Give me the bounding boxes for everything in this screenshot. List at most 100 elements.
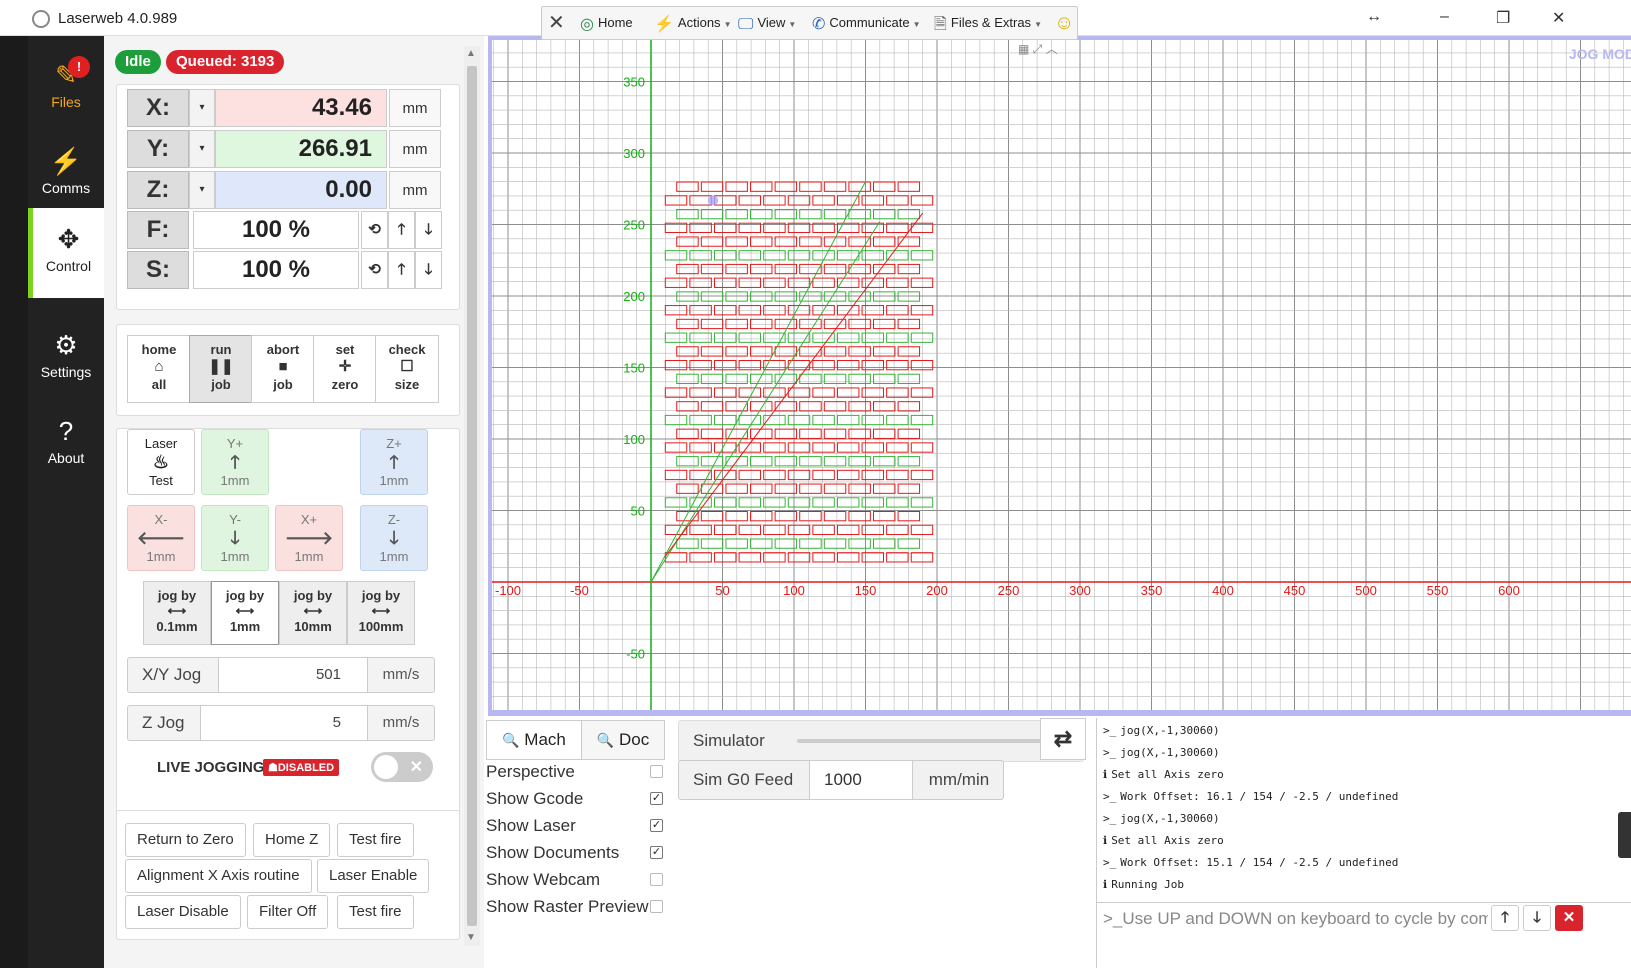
jog-step-value: 100mm xyxy=(358,619,404,634)
dro-z-value: 0.00 xyxy=(215,171,387,209)
nav-about[interactable]: ? About xyxy=(28,400,104,486)
jog-step-0-1mm[interactable]: jog by ⟷ 0.1mm xyxy=(143,581,211,645)
gcode-path xyxy=(836,414,860,426)
view-option-checkbox[interactable]: ✓ xyxy=(650,792,663,805)
laser-test-button[interactable]: Laser ♨ Test xyxy=(127,429,195,495)
jog-z-plus-button[interactable]: Z+ 🡑 1mm xyxy=(360,429,428,495)
minimize-button[interactable]: – xyxy=(1440,8,1449,26)
double-arrow-icon: ⟷ xyxy=(235,603,255,618)
scroll-up-icon[interactable]: ▲ xyxy=(466,48,476,59)
macro-button[interactable]: Filter Off xyxy=(247,895,329,929)
macro-button[interactable]: Home Z xyxy=(253,823,331,857)
z-jog-input[interactable]: 5 xyxy=(200,706,368,740)
gcode-path xyxy=(799,483,822,494)
sim-g0-feed-input[interactable]: 1000 xyxy=(809,761,913,799)
scroll-down-icon[interactable]: ▼ xyxy=(466,932,476,943)
close-icon[interactable]: ✕ xyxy=(548,7,565,39)
gcode-path xyxy=(823,373,847,385)
view-option-checkbox[interactable]: ✓ xyxy=(650,819,663,832)
view-option-checkbox[interactable] xyxy=(650,873,663,886)
nav-settings[interactable]: ⚙ Settings xyxy=(28,314,104,400)
workspace-canvas[interactable]: -100 -50 50 100 150 200 250 300 350 400 450 500 550 6… xyxy=(488,36,1631,716)
abort-job-button[interactable]: abort ■ job xyxy=(251,335,315,403)
swap-icon[interactable]: ⇄ xyxy=(1040,718,1086,760)
view-option-label: Show Raster Preview xyxy=(486,897,649,916)
clear-console-button[interactable]: ✕ xyxy=(1555,905,1583,931)
view-option-checkbox[interactable] xyxy=(650,765,663,778)
toolbar-home[interactable]: ◎ Home xyxy=(580,7,633,39)
control-scrollbar[interactable]: ▲ ▼ xyxy=(464,46,480,946)
check-size-button[interactable]: check ☐ size xyxy=(375,335,439,403)
dropdown-icon[interactable]: ▾ xyxy=(189,89,215,127)
console-line-text: Running Job xyxy=(1111,878,1185,891)
arrow-down-icon[interactable]: 🡓 xyxy=(415,211,442,249)
view-option-checkbox[interactable] xyxy=(650,900,663,913)
view-mini-controls[interactable]: ▦ ⤢ ︿ xyxy=(1018,40,1058,57)
jog-z-minus-button[interactable]: Z- 🡓 1mm xyxy=(360,505,428,571)
y-tick-label: 300 xyxy=(623,146,645,161)
macro-button[interactable]: Test fire xyxy=(337,823,414,857)
dro-s-label: S: xyxy=(127,251,189,289)
close-window-button[interactable]: ✕ xyxy=(1552,8,1565,28)
tab-mach[interactable]: 🔍 Mach xyxy=(486,720,582,760)
gcode-path xyxy=(676,236,699,247)
reset-icon[interactable]: ⟲ xyxy=(361,211,388,249)
jog-x-plus-button[interactable]: X+ 🡒 1mm xyxy=(275,505,343,571)
jog-x-minus-step: 1mm xyxy=(146,549,176,564)
toolbar-communicate[interactable]: ✆ Communicate ▼ xyxy=(812,7,921,39)
xy-jog-input[interactable]: 501 xyxy=(218,658,368,692)
fire-icon: ♨ xyxy=(152,452,170,472)
run-job-button[interactable]: run ❚❚ job xyxy=(189,335,253,403)
gcode-path xyxy=(823,511,847,522)
macro-button[interactable]: Laser Enable xyxy=(317,859,430,893)
macro-button[interactable]: Alignment X Axis routine xyxy=(125,859,312,893)
jog-x-minus-button[interactable]: X- 🡐 1mm xyxy=(127,505,195,571)
arrow-down-icon[interactable]: 🡓 xyxy=(415,251,442,289)
dropdown-icon[interactable]: ▾ xyxy=(189,130,215,168)
tab-doc[interactable]: 🔍 Doc xyxy=(581,720,665,760)
dro-x-unit: mm xyxy=(389,89,441,127)
macro-button[interactable]: Laser Disable xyxy=(125,895,241,929)
gcode-row xyxy=(676,428,921,439)
resize-icon[interactable]: ↔ xyxy=(1366,8,1382,26)
history-up-button[interactable]: 🡑 xyxy=(1491,905,1519,931)
toolbar-files-extras[interactable]: 🗎 Files & Extras ▼ xyxy=(934,7,1042,39)
abort-job-bottom: job xyxy=(273,377,293,392)
pause-icon: ❚❚ xyxy=(208,358,234,375)
jog-step-10mm[interactable]: jog by ⟷ 10mm xyxy=(279,581,347,645)
view-option-checkbox[interactable]: ✓ xyxy=(650,846,663,859)
nav-files[interactable]: ✎ ! Files xyxy=(28,44,104,130)
arrow-up-icon[interactable]: 🡑 xyxy=(388,251,415,289)
set-zero-button[interactable]: set ✛ zero xyxy=(313,335,377,403)
toolbar-actions[interactable]: ⚡ Actions ▼ xyxy=(654,7,731,39)
macro-button[interactable]: Test fire xyxy=(337,895,414,929)
arrow-up-icon[interactable]: 🡑 xyxy=(388,211,415,249)
restore-button[interactable]: ❐ xyxy=(1496,8,1510,28)
nav-comms[interactable]: ⚡ Comms xyxy=(28,130,104,216)
live-jogging-toggle[interactable]: ✕ xyxy=(371,752,433,782)
home-all-button[interactable]: home ⌂ all xyxy=(127,335,191,403)
crosshair-icon: ✛ xyxy=(338,358,352,375)
console-input[interactable]: >_Use UP and DOWN on keyboard to cycle b… xyxy=(1103,909,1488,929)
smiley-icon[interactable]: ☺ xyxy=(1054,7,1074,39)
jog-y-minus-button[interactable]: Y- 🡓 1mm xyxy=(201,505,269,571)
jog-y-plus-button[interactable]: Y+ 🡑 1mm xyxy=(201,429,269,495)
queued-badge: Queued: 3193 xyxy=(166,50,285,74)
nav-control[interactable]: ✥ Control xyxy=(28,208,104,298)
gcode-row xyxy=(676,456,921,467)
reset-icon[interactable]: ⟲ xyxy=(361,251,388,289)
panel-handle[interactable] xyxy=(1618,812,1631,858)
x-tick-label: 150 xyxy=(855,583,877,598)
gcode-path xyxy=(700,428,724,439)
simulator-slider[interactable] xyxy=(797,739,1045,743)
gcode-path xyxy=(897,291,921,302)
gcode-path xyxy=(823,483,847,494)
macro-button[interactable]: Return to Zero xyxy=(125,823,246,857)
gcode-path xyxy=(848,511,871,522)
scroll-thumb[interactable] xyxy=(467,66,477,926)
dropdown-icon[interactable]: ▾ xyxy=(189,171,215,209)
jog-step-100mm[interactable]: jog by ⟷ 100mm xyxy=(347,581,415,645)
toolbar-view[interactable]: 🖵 View ▼ xyxy=(738,7,796,39)
jog-step-1mm[interactable]: jog by ⟷ 1mm xyxy=(211,581,279,645)
history-down-button[interactable]: 🡓 xyxy=(1523,905,1551,931)
